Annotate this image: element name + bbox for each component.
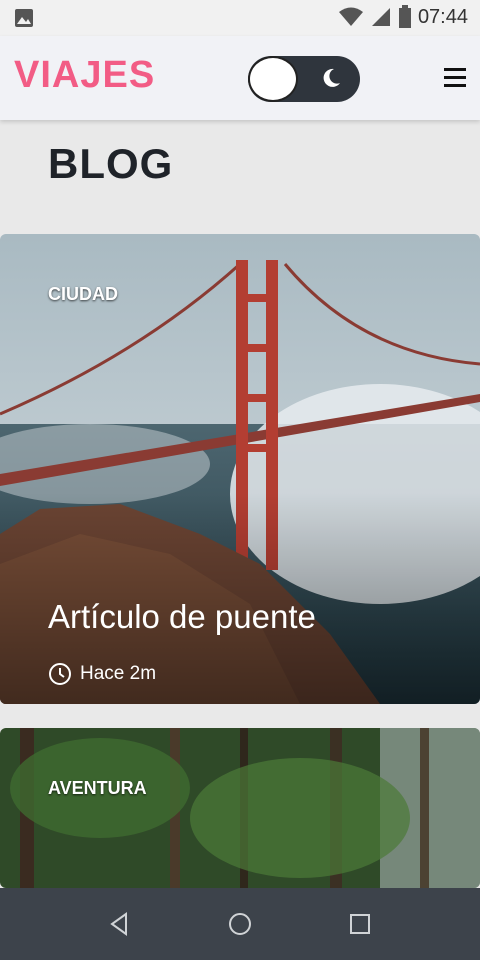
clock-icon	[49, 663, 71, 685]
dark-mode-toggle[interactable]	[248, 56, 360, 102]
back-icon[interactable]	[106, 910, 134, 938]
signal-icon	[371, 8, 390, 26]
wifi-icon	[338, 7, 363, 26]
page-title: BLOG	[48, 140, 174, 187]
card-category[interactable]: AVENTURA	[48, 778, 147, 799]
card-time-text: Hace 2m	[80, 663, 157, 684]
status-icons: 07:44	[338, 5, 468, 29]
toggle-knob	[250, 58, 296, 100]
moon-icon	[323, 68, 340, 87]
card-title[interactable]: Artículo de puente	[48, 598, 316, 636]
hamburger-menu-icon[interactable]	[444, 68, 466, 88]
card-category[interactable]: CIUDAD	[48, 284, 118, 305]
forest-image	[0, 728, 480, 888]
app-logo[interactable]: VIAJES	[14, 54, 155, 97]
blog-card[interactable]: AVENTURA	[0, 728, 480, 888]
status-bar: 07:44	[0, 0, 480, 36]
blog-card[interactable]: CIUDAD Artículo de puente Hace 2m	[0, 234, 480, 704]
home-icon[interactable]	[226, 910, 254, 938]
system-nav-bar	[0, 888, 480, 960]
recent-apps-icon[interactable]	[346, 910, 374, 938]
status-time: 07:44	[417, 5, 468, 28]
battery-icon	[398, 5, 411, 28]
card-timestamp: Hace 2m	[48, 662, 156, 686]
image-notification-icon	[15, 9, 33, 27]
app-header: VIAJES	[0, 36, 480, 120]
